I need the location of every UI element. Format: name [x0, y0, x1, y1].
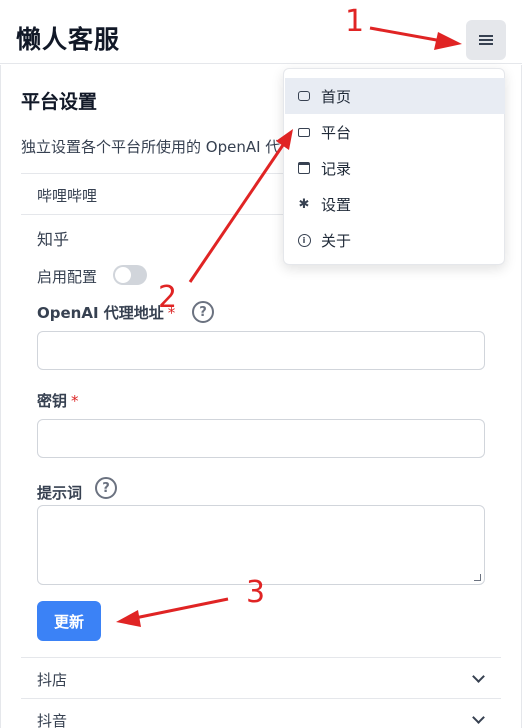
menu-item-home[interactable]: 首页 [285, 78, 505, 114]
app-title: 懒人客服 [16, 25, 121, 54]
page-description: 独立设置各个平台所使用的 OpenAI 代 [21, 138, 281, 156]
enable-label: 启用配置 [37, 268, 98, 286]
info-icon: i [297, 233, 311, 247]
accordion-label: 抖音 [37, 712, 68, 728]
menu-item-label: 设置 [321, 195, 352, 214]
accordion-label: 抖店 [37, 671, 68, 689]
enable-toggle[interactable] [113, 265, 147, 285]
proxy-input[interactable] [37, 331, 485, 370]
menu-item-about[interactable]: i 关于 [285, 222, 505, 258]
proxy-label: OpenAI 代理地址 * [37, 302, 175, 323]
calendar-icon [297, 161, 311, 175]
accordion-label: 哔哩哔哩 [37, 187, 98, 205]
menu-item-platform[interactable]: 平台 [285, 114, 505, 150]
help-icon[interactable]: ? [192, 301, 214, 323]
menu-item-label: 关于 [321, 231, 352, 250]
toggle-knob [115, 267, 131, 283]
required-mark: * [71, 392, 79, 410]
menu-item-label: 首页 [321, 87, 352, 106]
prompt-textarea[interactable] [37, 505, 485, 585]
hamburger-icon [479, 35, 493, 45]
annotation-1: 1 [345, 4, 365, 39]
annotation-3: 3 [246, 575, 266, 610]
menu-item-settings[interactable]: ✱ 设置 [285, 186, 505, 222]
gear-icon: ✱ [298, 196, 310, 212]
key-label-text: 密钥 [37, 392, 68, 410]
menu-item-label: 平台 [321, 123, 352, 142]
help-icon[interactable]: ? [95, 477, 117, 499]
proxy-label-text: OpenAI 代理地址 [37, 304, 164, 322]
chevron-down-icon [472, 670, 485, 683]
accordion-label: 知乎 [37, 230, 70, 249]
chat-bubble-icon [297, 89, 311, 103]
accordion-doudian[interactable]: 抖店 [21, 657, 501, 699]
key-input[interactable] [37, 419, 485, 458]
prompt-label: 提示词 [37, 484, 83, 502]
resize-handle-icon[interactable] [474, 574, 481, 581]
menu-item-records[interactable]: 记录 [285, 150, 505, 186]
monitor-icon [297, 125, 311, 139]
menu-item-label: 记录 [321, 159, 352, 178]
key-label: 密钥 * [37, 390, 79, 411]
update-button[interactable]: 更新 [37, 601, 101, 641]
page-title: 平台设置 [21, 91, 98, 113]
accordion-douyin[interactable]: 抖音 [21, 698, 501, 728]
chevron-down-icon [472, 711, 485, 724]
nav-dropdown-menu: 首页 平台 记录 ✱ 设置 i 关于 [283, 68, 505, 265]
menu-button[interactable] [466, 20, 506, 60]
annotation-2: 2 [158, 280, 178, 315]
app-header: 懒人客服 [0, 0, 522, 64]
